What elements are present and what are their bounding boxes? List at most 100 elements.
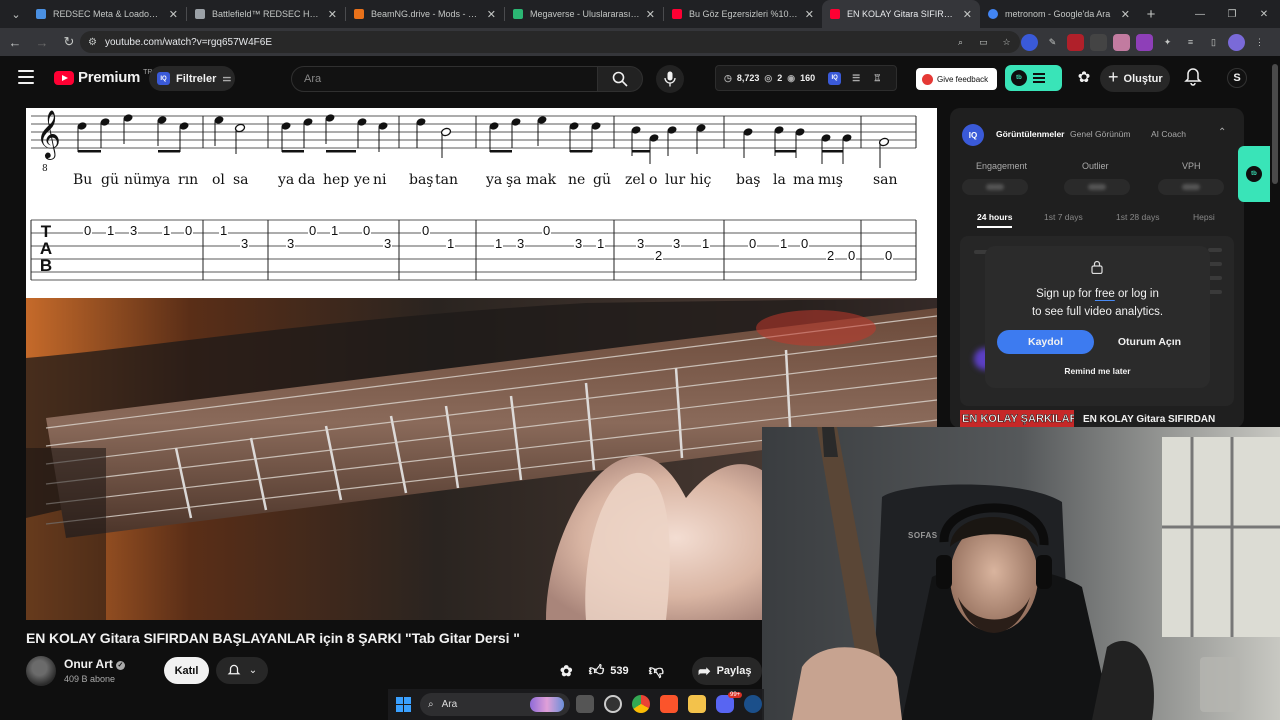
free-link[interactable]: free: [1095, 288, 1115, 300]
site-info-icon[interactable]: ⚙: [88, 37, 97, 48]
close-icon[interactable]: ✕: [1121, 8, 1130, 21]
dislike-button[interactable]: 👎︎: [649, 662, 664, 680]
obs-icon[interactable]: [604, 695, 622, 713]
restore-icon[interactable]: ❐: [1216, 0, 1248, 28]
extension-purple-icon[interactable]: [1136, 33, 1153, 51]
tubebuddy-menu-button[interactable]: tb: [1005, 65, 1062, 91]
url-text: youtube.com/watch?v=rgq657W4F6E: [104, 36, 273, 48]
join-button[interactable]: Katıl: [164, 657, 209, 684]
extension-blue-icon[interactable]: [1021, 33, 1038, 51]
chrome-icon[interactable]: [632, 695, 650, 713]
youtube-premium-logo[interactable]: Premium TR: [54, 69, 152, 86]
extension-gray-icon[interactable]: [1090, 33, 1107, 51]
cast-icon[interactable]: ▭: [975, 34, 992, 51]
range-24-hours[interactable]: 24 hours: [977, 212, 1013, 228]
file-explorer-icon[interactable]: [688, 695, 706, 713]
close-icon[interactable]: ✕: [805, 8, 814, 21]
filters-button[interactable]: IQ Filtreler ⚌: [149, 66, 235, 91]
windows-start-icon[interactable]: [396, 697, 411, 712]
recommended-title[interactable]: EN KOLAY Gitara SIFIRDAN: [1083, 414, 1215, 425]
close-icon[interactable]: ✕: [963, 8, 972, 21]
list-icon[interactable]: ☰: [852, 73, 860, 84]
close-window-icon[interactable]: ✕: [1248, 0, 1280, 28]
zoom-icon[interactable]: ⌕: [952, 34, 969, 51]
logo-text: Premium: [78, 69, 141, 86]
lyric-syllable: gü: [593, 172, 611, 188]
channel-name: Onur Art: [64, 657, 113, 671]
notification-settings-button[interactable]: ⌄: [216, 657, 268, 684]
signup-gate-card: Sign up for free or log in to see full v…: [985, 246, 1210, 388]
tubebuddy-side-button[interactable]: tb: [1238, 146, 1270, 202]
bell-icon: [227, 664, 241, 674]
give-feedback-button[interactable]: Give feedback: [916, 68, 997, 90]
voice-search-button[interactable]: [656, 65, 684, 93]
minimize-icon[interactable]: —: [1184, 0, 1216, 28]
tubebuddy-star-icon[interactable]: ✿: [560, 662, 573, 680]
range-first-28-days[interactable]: 1st 28 days: [1116, 212, 1159, 222]
vidiq-stats-bar[interactable]: ◷ 8,723 ◎ 2 ◉ 160 IQ ☰ ♖: [715, 65, 897, 91]
browser-tab[interactable]: Battlefield™ REDSEC Home - El ✕: [187, 0, 345, 28]
task-view-icon[interactable]: [576, 695, 594, 713]
tab-overview[interactable]: Genel Görünüm: [1070, 129, 1130, 139]
like-button[interactable]: 👍︎ 539: [589, 662, 629, 680]
taskbar-search[interactable]: ⌕ Ara: [420, 693, 570, 716]
login-button[interactable]: Oturum Açın: [1101, 330, 1198, 354]
tab-fret-number: 3: [286, 236, 296, 251]
tab-title: Megaverse - Uluslararası Sağlık: [530, 9, 640, 19]
browser-tab[interactable]: metronom - Google'da Ara ✕: [980, 0, 1138, 28]
lyric-syllable: ya: [278, 172, 295, 188]
range-all[interactable]: Hepsi: [1193, 212, 1215, 222]
tab-ai-coach[interactable]: AI Coach: [1151, 129, 1186, 139]
collapse-chevron-icon[interactable]: ⌃: [1218, 127, 1226, 138]
remind-later-link[interactable]: Remind me later: [985, 366, 1210, 376]
lyric-syllable: ma: [793, 172, 815, 188]
note-beam: [775, 150, 796, 153]
browser-tab[interactable]: Bu Göz Egzersizleri %100 Görm ✕: [664, 0, 822, 28]
brave-icon[interactable]: [660, 695, 678, 713]
menu-icon[interactable]: [18, 70, 34, 84]
forward-arrow-icon[interactable]: →: [30, 30, 54, 54]
close-icon[interactable]: ✕: [487, 8, 496, 21]
bookmark-star-icon[interactable]: ☆: [998, 34, 1015, 51]
search-input[interactable]: Ara: [291, 66, 598, 92]
tab-views[interactable]: Görüntülenmeler: [996, 129, 1064, 139]
notifications-bell-icon[interactable]: [1183, 67, 1203, 87]
close-icon[interactable]: ✕: [646, 8, 655, 21]
close-icon[interactable]: ✕: [169, 8, 178, 21]
back-arrow-icon[interactable]: ←: [3, 30, 27, 54]
channel-avatar[interactable]: [26, 656, 56, 686]
steam-icon[interactable]: [744, 695, 762, 713]
address-bar[interactable]: ⚙ youtube.com/watch?v=rgq657W4F6E: [80, 31, 1020, 53]
create-button[interactable]: + Oluştur: [1100, 65, 1170, 92]
puzzle-icon[interactable]: ✦: [1159, 34, 1176, 51]
tab-search-button[interactable]: ⌄: [4, 4, 28, 24]
close-icon[interactable]: ✕: [328, 8, 337, 21]
pen-icon[interactable]: ✎: [1044, 34, 1061, 51]
browser-menu-icon[interactable]: ⋮: [1251, 34, 1268, 51]
search-button[interactable]: [597, 66, 643, 92]
share-button[interactable]: ➦ Paylaş: [692, 657, 762, 685]
tab-fret-number: 1: [779, 236, 789, 251]
microphone-icon: [664, 71, 676, 87]
browser-tab[interactable]: BeamNG.drive - Mods - Mods I ✕: [346, 0, 504, 28]
extension-red-icon[interactable]: [1067, 33, 1084, 51]
channel-name-link[interactable]: Onur Art ✓: [64, 657, 125, 671]
tab-fret-number: 0: [421, 223, 431, 238]
signup-button[interactable]: Kaydol: [997, 330, 1094, 354]
sidebar-icon[interactable]: ▯: [1205, 34, 1222, 51]
trophy-icon[interactable]: ♖: [873, 73, 881, 84]
extension-pink-icon[interactable]: [1113, 33, 1130, 51]
browser-tab[interactable]: Megaverse - Uluslararası Sağlık ✕: [505, 0, 663, 28]
browser-tab[interactable]: REDSEC Meta & Loadouts - Bat ✕: [28, 0, 186, 28]
note-beam: [158, 150, 180, 153]
account-avatar[interactable]: S: [1227, 68, 1247, 88]
profile-avatar[interactable]: [1228, 33, 1245, 51]
reload-icon[interactable]: ↻: [57, 30, 81, 54]
extension-gear-icon[interactable]: ✿: [1075, 68, 1093, 86]
lock-icon: [1091, 260, 1103, 274]
new-tab-button[interactable]: +: [1138, 6, 1164, 23]
range-first-7-days[interactable]: 1st 7 days: [1044, 212, 1083, 222]
lyric-syllable: şa: [506, 172, 522, 188]
browser-tab-active[interactable]: EN KOLAY Gitara SIFIRDAN BA ✕: [822, 0, 980, 28]
reading-list-icon[interactable]: ≡: [1182, 34, 1199, 51]
